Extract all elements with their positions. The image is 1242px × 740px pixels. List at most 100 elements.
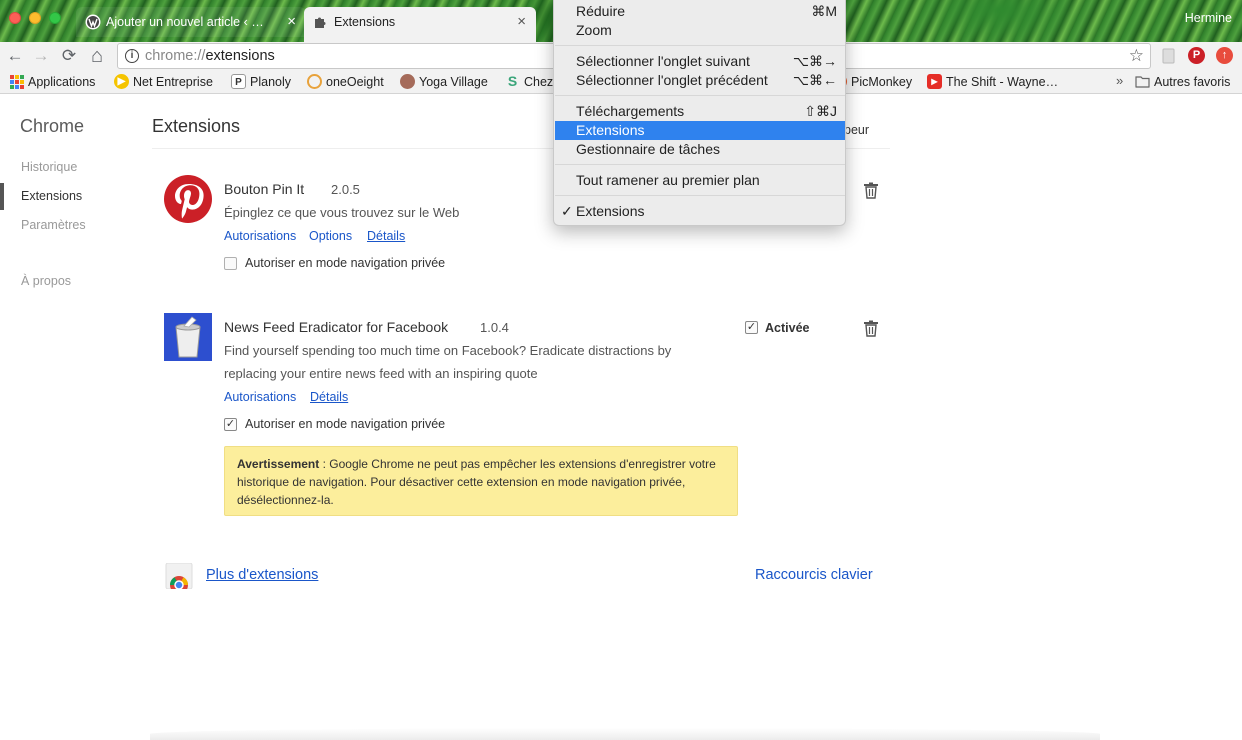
info-icon[interactable]: i [125, 49, 139, 63]
puzzle-icon [315, 17, 326, 28]
menu-item-shortcut: ⌘M [811, 3, 837, 19]
bookmarks-overflow-button[interactable]: » [1116, 73, 1123, 88]
bookmark-label: Applications [28, 75, 96, 89]
incognito-warning: Avertissement : Google Chrome ne peut pa… [224, 446, 738, 516]
zoom-window-button[interactable] [49, 12, 61, 24]
extension-name: Bouton Pin It [224, 181, 305, 197]
extension-description: Épinglez ce que vous trouvez sur le Web [224, 205, 460, 220]
clipboard-icon[interactable] [1160, 47, 1177, 64]
menu-item-label: Sélectionner l'onglet suivant [576, 53, 750, 69]
bookmark-label: Planoly [250, 75, 291, 89]
more-extensions-link[interactable]: Plus d'extensions [206, 567, 318, 583]
menu-item-downloads[interactable]: Téléchargements ⇧⌘J [555, 102, 845, 121]
page-title: Extensions [152, 116, 241, 136]
menu-item-shortcut: ⌥⌘← [792, 72, 837, 88]
developer-mode-label[interactable]: peur [844, 123, 869, 137]
url-scheme: chrome:// [145, 48, 206, 64]
incognito-label: Autoriser en mode navigation privée [245, 256, 446, 270]
url-host: extensions [205, 48, 275, 64]
wordpress-icon [85, 14, 101, 30]
options-link[interactable]: Options [309, 229, 352, 243]
trash-icon[interactable] [863, 320, 879, 337]
enabled-label: Activée [765, 321, 810, 335]
minimize-window-button[interactable] [29, 12, 41, 24]
menu-separator [555, 45, 845, 46]
permissions-link[interactable]: Autorisations [224, 229, 296, 243]
tab-title: Ajouter un nouvel article ‹ Hermine [106, 15, 271, 29]
menu-item-bring-all-to-front[interactable]: Tout ramener au premier plan [555, 171, 845, 190]
menu-item-extensions[interactable]: Extensions [555, 121, 845, 140]
bookmark-label: Net Entreprise [133, 75, 213, 89]
incognito-checkbox[interactable] [224, 257, 237, 270]
yoga-icon [400, 74, 415, 89]
extension-name: News Feed Eradicator for Facebook [224, 319, 449, 335]
menu-separator [555, 195, 845, 196]
bookmark-planoly[interactable]: P Planoly [231, 74, 291, 90]
incognito-checkbox[interactable]: ✓ [224, 418, 237, 431]
extension-description-line2: replacing your entire news feed with an … [224, 366, 538, 381]
bookmark-star-icon[interactable]: ☆ [1129, 44, 1144, 68]
enabled-checkbox[interactable]: ✓ [745, 321, 758, 334]
bookmark-label: Autres favoris [1154, 75, 1231, 89]
chrome-web-store-icon [165, 563, 193, 589]
bookmark-the-shift[interactable]: ▶ The Shift - Wayne… [927, 74, 1058, 90]
menu-item-label: Gestionnaire de tâches [576, 141, 720, 157]
permissions-link[interactable]: Autorisations [224, 390, 296, 404]
trash-icon[interactable] [863, 182, 879, 199]
menu-item-label: Zoom [576, 22, 612, 38]
ring-icon [307, 74, 322, 89]
upload-action-icon[interactable]: ↑ [1216, 47, 1233, 64]
sidebar-item-about[interactable]: À propos [21, 274, 71, 288]
menu-item-zoom[interactable]: Zoom [555, 21, 845, 40]
menu-item-task-manager[interactable]: Gestionnaire de tâches [555, 140, 845, 159]
pinterest-action-icon[interactable]: P [1188, 47, 1205, 64]
bookmark-yoga-village[interactable]: Yoga Village [400, 74, 488, 90]
menu-item-minimize[interactable]: Réduire ⌘M [555, 2, 845, 21]
menu-item-label: Réduire [576, 3, 626, 19]
news-feed-eradicator-icon [164, 313, 212, 361]
sidebar-title: Chrome [20, 116, 85, 136]
pinterest-icon [164, 175, 212, 223]
bookmark-oneoeight[interactable]: oneOeight [307, 74, 384, 90]
details-link[interactable]: Détails [367, 229, 405, 243]
tab-close-icon[interactable]: × [287, 7, 296, 37]
home-button[interactable]: ⌂ [86, 45, 108, 67]
folder-icon [1135, 76, 1150, 88]
bookmark-chez[interactable]: S Chez [505, 74, 553, 90]
sidebar-item-settings[interactable]: Paramètres [21, 218, 86, 232]
sidebar-item-history[interactable]: Historique [21, 160, 77, 174]
dollar-icon: S [507, 73, 518, 89]
keyboard-shortcuts-link[interactable]: Raccourcis clavier [755, 567, 873, 583]
tab-title: Extensions [334, 15, 396, 29]
warning-title: Avertissement [237, 457, 320, 471]
incognito-label: Autoriser en mode navigation privée [245, 417, 446, 431]
menu-item-previous-tab[interactable]: Sélectionner l'onglet précédent ⌥⌘← [555, 71, 845, 90]
tab-close-icon[interactable]: × [517, 7, 526, 37]
tab-extensions[interactable]: Extensions × [304, 7, 536, 42]
tab-wordpress[interactable]: Ajouter un nouvel article ‹ Hermine × [76, 7, 306, 37]
close-window-button[interactable] [9, 12, 21, 24]
sidebar-item-extensions[interactable]: Extensions [21, 189, 82, 203]
menu-item-label: Téléchargements [576, 103, 685, 119]
sidebar-active-marker [0, 183, 4, 210]
menu-item-shortcut: ⌥⌘→ [792, 53, 837, 69]
bookmark-applications[interactable]: Applications [9, 74, 95, 90]
back-button[interactable]: ← [4, 45, 26, 67]
details-link[interactable]: Détails [310, 390, 348, 404]
profile-name[interactable]: Hermine [1185, 11, 1232, 25]
menu-item-label: Sélectionner l'onglet précédent [576, 72, 768, 88]
bookmark-folder-other[interactable]: Autres favoris [1135, 74, 1230, 90]
bookmark-label: Chez [524, 75, 554, 89]
menu-item-next-tab[interactable]: Sélectionner l'onglet suivant ⌥⌘→ [555, 52, 845, 71]
page-bottom-shadow [150, 728, 1100, 740]
checkmark-icon: ✓ [561, 203, 573, 219]
bookmark-net-entreprise[interactable]: ▶ Net Entreprise [114, 74, 213, 90]
menu-item-window-extensions[interactable]: ✓ Extensions [555, 202, 845, 221]
menu-item-label: Extensions [576, 203, 645, 219]
window-menu: Réduire ⌘M Zoom Sélectionner l'onglet su… [553, 0, 846, 226]
menu-separator [555, 164, 845, 165]
menu-item-label: Tout ramener au premier plan [576, 172, 760, 188]
forward-button[interactable]: → [30, 45, 52, 67]
reload-button[interactable]: ⟳ [58, 45, 80, 67]
planoly-icon: P [231, 74, 246, 89]
